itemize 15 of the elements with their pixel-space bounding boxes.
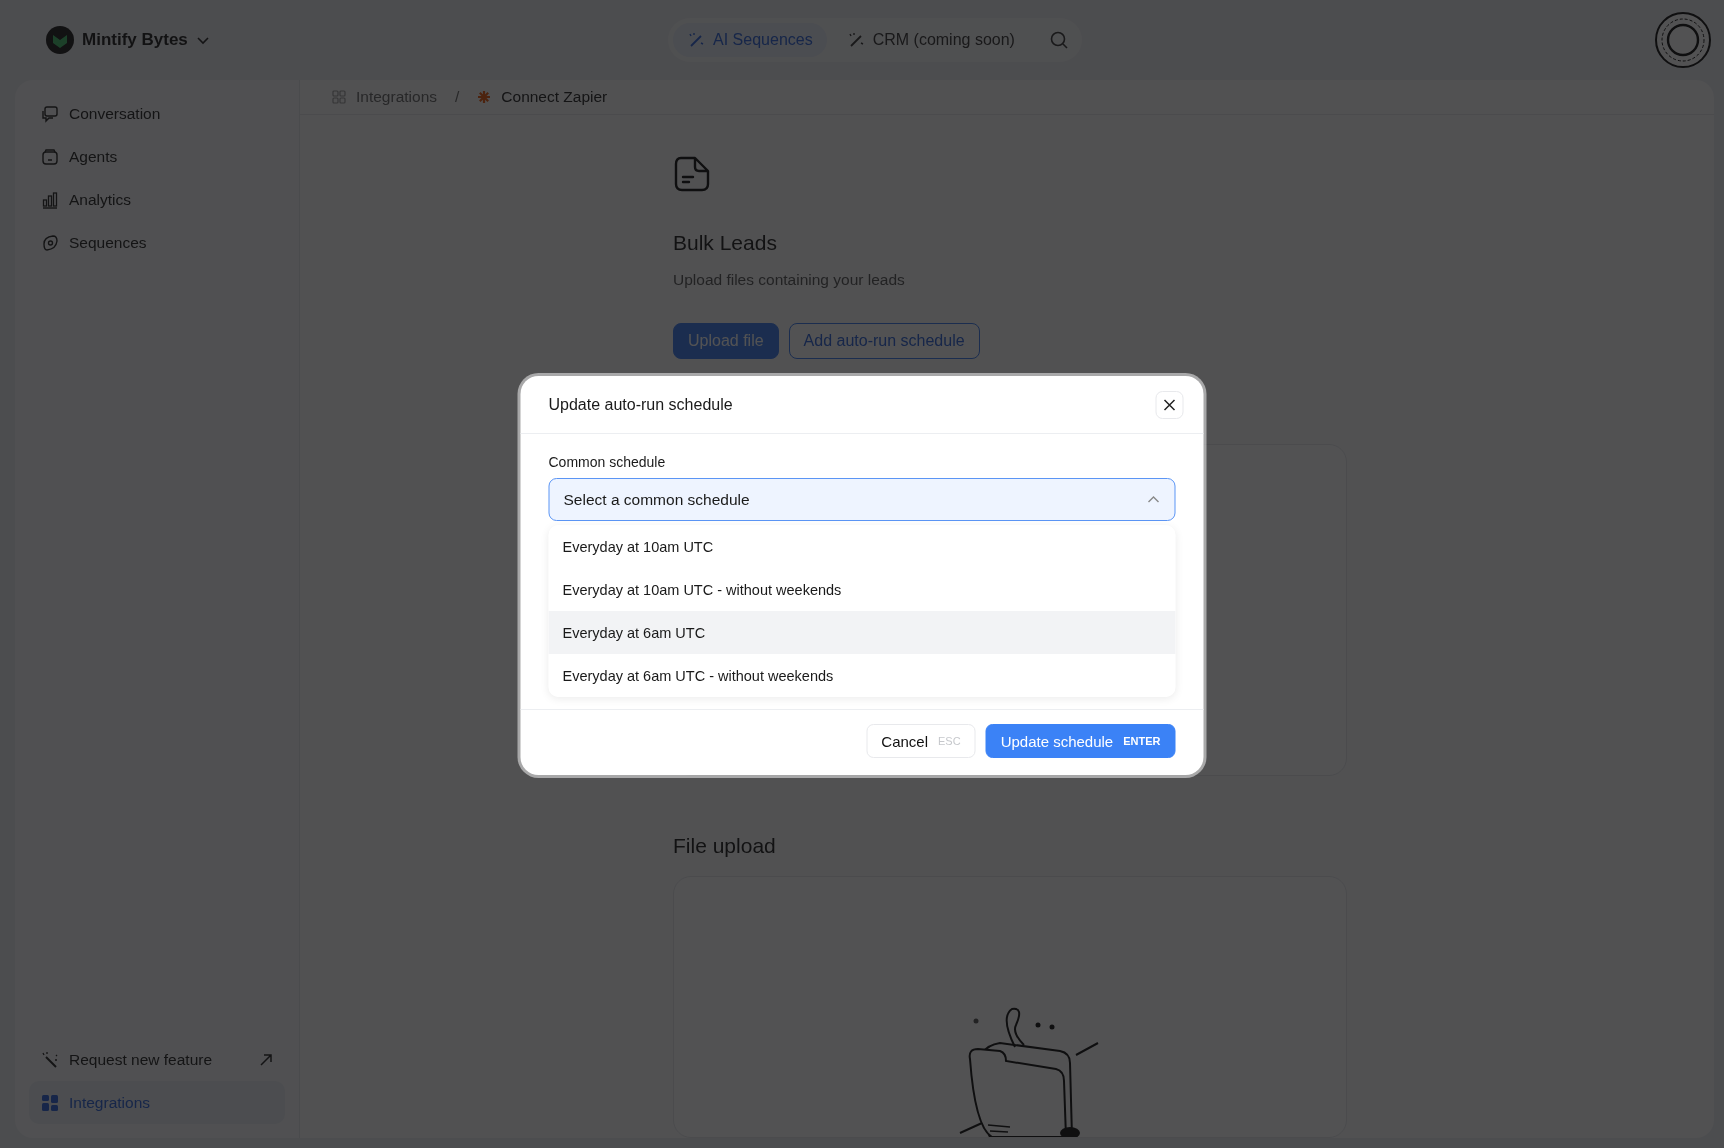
close-icon bbox=[1163, 398, 1176, 411]
dropdown-option[interactable]: Everyday at 10am UTC bbox=[548, 525, 1176, 568]
breadcrumb-link[interactable]: Connect Zapier bbox=[501, 88, 608, 106]
breadcrumb-separator: / bbox=[455, 88, 460, 106]
dropdown-option[interactable]: Everyday at 6am UTC bbox=[548, 611, 1176, 654]
cancel-button[interactable]: Cancel ESC bbox=[866, 724, 976, 758]
close-button[interactable] bbox=[1155, 390, 1184, 419]
dropdown-option[interactable]: Everyday at 6am UTC - without weekends bbox=[548, 654, 1176, 697]
field-label: Common schedule bbox=[548, 454, 667, 470]
section-title: File upload bbox=[673, 834, 776, 858]
update-button[interactable]: Update schedule ENTER bbox=[985, 724, 1176, 758]
dropdown-option[interactable]: Everyday at 10am UTC - without weekends bbox=[548, 568, 1176, 611]
section-title: Bulk Leads bbox=[673, 231, 777, 255]
schedule-select[interactable]: Select a common schedule bbox=[548, 478, 1176, 521]
dialog-title: Update auto-run schedule bbox=[548, 395, 733, 414]
